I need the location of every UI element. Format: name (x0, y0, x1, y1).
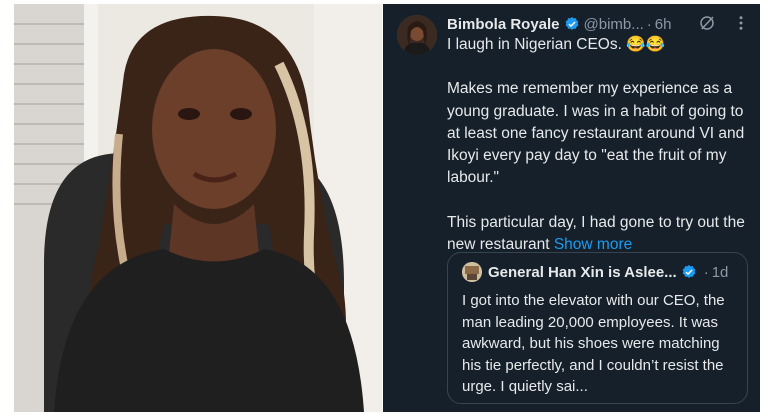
header-actions (698, 14, 750, 32)
quoted-tweet[interactable]: General Han Xin is Aslee... · 1d I got i… (447, 252, 748, 404)
tweet-text: I laugh in Nigerian CEOs. 😂😂 Makes me re… (447, 34, 747, 256)
tweet-time[interactable]: 6h (655, 16, 672, 33)
more-icon[interactable] (732, 14, 750, 32)
separator-dot: · (646, 15, 652, 33)
author-avatar[interactable] (397, 15, 437, 55)
quoted-author-name[interactable]: General Han Xin is Aslee... (488, 264, 677, 281)
grok-icon[interactable] (698, 14, 716, 32)
verified-badge-icon (682, 265, 696, 278)
quoted-author-avatar[interactable] (462, 262, 482, 282)
tweet-paragraph-3: This particular day, I had gone to try o… (447, 212, 747, 257)
verified-badge-icon (565, 17, 578, 30)
quoted-tweet-time[interactable]: 1d (712, 264, 729, 281)
tweet-line-1: I laugh in Nigerian CEOs. 😂😂 (447, 36, 665, 53)
quoted-tweet-header: General Han Xin is Aslee... · 1d (462, 262, 739, 282)
tweet-paragraph-2: Makes me remember my experience as a you… (447, 80, 745, 187)
author-name[interactable]: Bimbola Royale (447, 16, 560, 33)
show-more-link[interactable]: Show more (554, 236, 632, 253)
profile-photo (14, 4, 382, 412)
quoted-separator-dot: · (703, 263, 709, 281)
quoted-tweet-text: I got into the elevator with our CEO, th… (462, 292, 725, 396)
author-handle[interactable]: @bimb... (584, 16, 644, 33)
tweet-card[interactable]: Bimbola Royale @bimb... · 6h I laugh in … (383, 4, 760, 412)
